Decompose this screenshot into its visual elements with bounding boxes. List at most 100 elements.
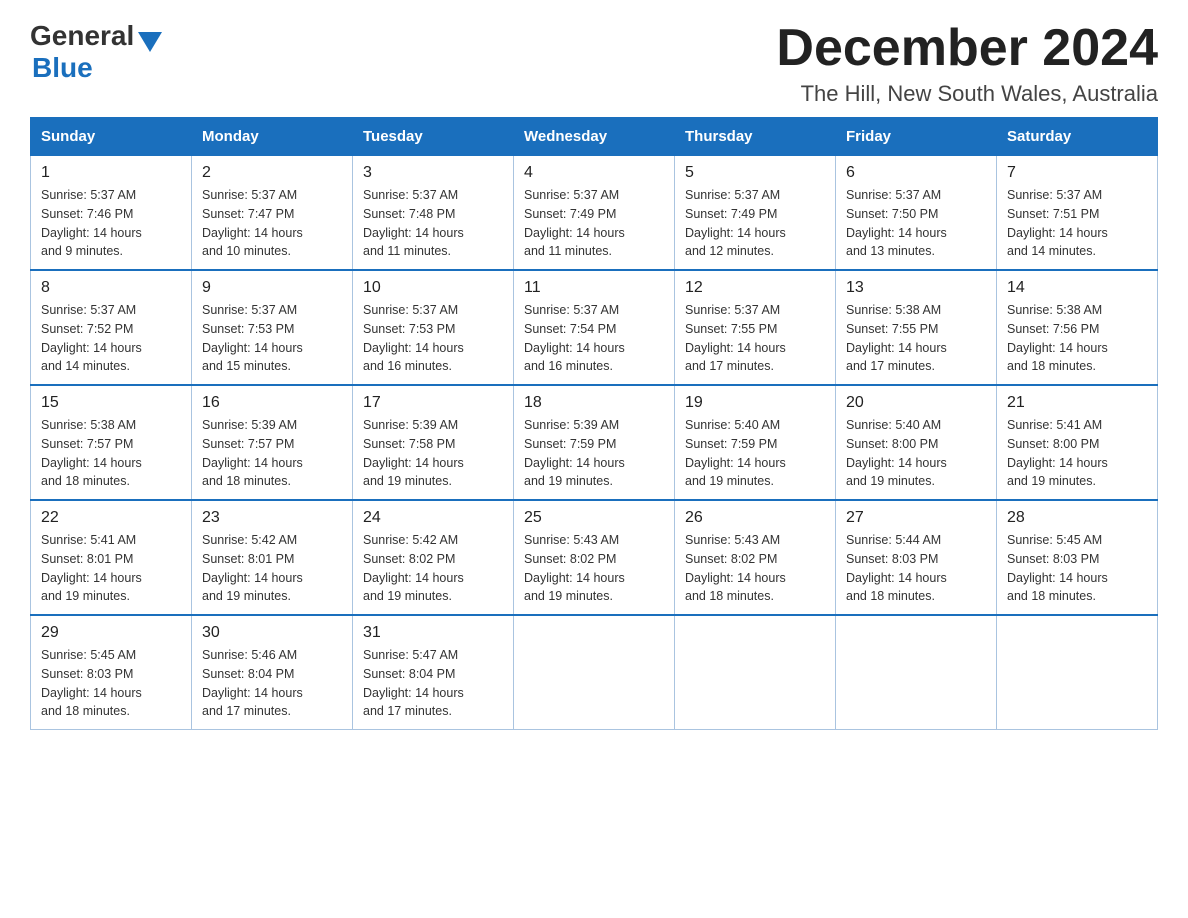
day-info: Sunrise: 5:37 AM Sunset: 7:53 PM Dayligh… xyxy=(363,301,503,376)
calendar-day-cell xyxy=(836,615,997,730)
day-info: Sunrise: 5:46 AM Sunset: 8:04 PM Dayligh… xyxy=(202,646,342,721)
day-number: 26 xyxy=(685,509,825,527)
calendar-day-cell: 22 Sunrise: 5:41 AM Sunset: 8:01 PM Dayl… xyxy=(31,500,192,615)
calendar-day-cell: 19 Sunrise: 5:40 AM Sunset: 7:59 PM Dayl… xyxy=(675,385,836,500)
day-number: 21 xyxy=(1007,394,1147,412)
day-of-week-header: Tuesday xyxy=(353,118,514,156)
day-number: 16 xyxy=(202,394,342,412)
day-number: 7 xyxy=(1007,164,1147,182)
day-info: Sunrise: 5:44 AM Sunset: 8:03 PM Dayligh… xyxy=(846,531,986,606)
day-number: 8 xyxy=(41,279,181,297)
calendar-header-row: SundayMondayTuesdayWednesdayThursdayFrid… xyxy=(31,118,1158,156)
calendar-day-cell: 31 Sunrise: 5:47 AM Sunset: 8:04 PM Dayl… xyxy=(353,615,514,730)
calendar-day-cell: 11 Sunrise: 5:37 AM Sunset: 7:54 PM Dayl… xyxy=(514,270,675,385)
day-info: Sunrise: 5:43 AM Sunset: 8:02 PM Dayligh… xyxy=(524,531,664,606)
day-info: Sunrise: 5:37 AM Sunset: 7:52 PM Dayligh… xyxy=(41,301,181,376)
day-info: Sunrise: 5:41 AM Sunset: 8:01 PM Dayligh… xyxy=(41,531,181,606)
day-number: 11 xyxy=(524,279,664,297)
day-number: 6 xyxy=(846,164,986,182)
day-info: Sunrise: 5:41 AM Sunset: 8:00 PM Dayligh… xyxy=(1007,416,1147,491)
day-info: Sunrise: 5:40 AM Sunset: 8:00 PM Dayligh… xyxy=(846,416,986,491)
day-of-week-header: Thursday xyxy=(675,118,836,156)
day-number: 20 xyxy=(846,394,986,412)
day-number: 19 xyxy=(685,394,825,412)
calendar-day-cell xyxy=(514,615,675,730)
day-number: 18 xyxy=(524,394,664,412)
calendar-day-cell: 1 Sunrise: 5:37 AM Sunset: 7:46 PM Dayli… xyxy=(31,156,192,271)
day-number: 24 xyxy=(363,509,503,527)
day-number: 30 xyxy=(202,624,342,642)
day-info: Sunrise: 5:39 AM Sunset: 7:59 PM Dayligh… xyxy=(524,416,664,491)
day-info: Sunrise: 5:39 AM Sunset: 7:58 PM Dayligh… xyxy=(363,416,503,491)
calendar-day-cell: 10 Sunrise: 5:37 AM Sunset: 7:53 PM Dayl… xyxy=(353,270,514,385)
calendar-day-cell: 20 Sunrise: 5:40 AM Sunset: 8:00 PM Dayl… xyxy=(836,385,997,500)
day-info: Sunrise: 5:47 AM Sunset: 8:04 PM Dayligh… xyxy=(363,646,503,721)
day-number: 12 xyxy=(685,279,825,297)
day-number: 1 xyxy=(41,164,181,182)
day-number: 14 xyxy=(1007,279,1147,297)
day-number: 25 xyxy=(524,509,664,527)
day-number: 5 xyxy=(685,164,825,182)
calendar-day-cell: 30 Sunrise: 5:46 AM Sunset: 8:04 PM Dayl… xyxy=(192,615,353,730)
day-info: Sunrise: 5:37 AM Sunset: 7:50 PM Dayligh… xyxy=(846,186,986,261)
calendar-day-cell: 8 Sunrise: 5:37 AM Sunset: 7:52 PM Dayli… xyxy=(31,270,192,385)
logo-arrow-icon xyxy=(138,32,162,52)
calendar-day-cell: 29 Sunrise: 5:45 AM Sunset: 8:03 PM Dayl… xyxy=(31,615,192,730)
day-info: Sunrise: 5:37 AM Sunset: 7:46 PM Dayligh… xyxy=(41,186,181,261)
calendar-week-row: 8 Sunrise: 5:37 AM Sunset: 7:52 PM Dayli… xyxy=(31,270,1158,385)
day-number: 29 xyxy=(41,624,181,642)
day-info: Sunrise: 5:42 AM Sunset: 8:02 PM Dayligh… xyxy=(363,531,503,606)
day-info: Sunrise: 5:37 AM Sunset: 7:48 PM Dayligh… xyxy=(363,186,503,261)
day-info: Sunrise: 5:38 AM Sunset: 7:55 PM Dayligh… xyxy=(846,301,986,376)
day-of-week-header: Sunday xyxy=(31,118,192,156)
calendar-day-cell: 24 Sunrise: 5:42 AM Sunset: 8:02 PM Dayl… xyxy=(353,500,514,615)
calendar-day-cell: 13 Sunrise: 5:38 AM Sunset: 7:55 PM Dayl… xyxy=(836,270,997,385)
day-info: Sunrise: 5:37 AM Sunset: 7:53 PM Dayligh… xyxy=(202,301,342,376)
day-of-week-header: Monday xyxy=(192,118,353,156)
calendar-day-cell: 12 Sunrise: 5:37 AM Sunset: 7:55 PM Dayl… xyxy=(675,270,836,385)
day-info: Sunrise: 5:38 AM Sunset: 7:56 PM Dayligh… xyxy=(1007,301,1147,376)
day-of-week-header: Friday xyxy=(836,118,997,156)
calendar-day-cell: 9 Sunrise: 5:37 AM Sunset: 7:53 PM Dayli… xyxy=(192,270,353,385)
day-number: 17 xyxy=(363,394,503,412)
month-title: December 2024 xyxy=(776,20,1158,77)
calendar-week-row: 22 Sunrise: 5:41 AM Sunset: 8:01 PM Dayl… xyxy=(31,500,1158,615)
day-info: Sunrise: 5:37 AM Sunset: 7:51 PM Dayligh… xyxy=(1007,186,1147,261)
logo-blue-text: Blue xyxy=(32,52,93,83)
day-info: Sunrise: 5:43 AM Sunset: 8:02 PM Dayligh… xyxy=(685,531,825,606)
day-number: 13 xyxy=(846,279,986,297)
day-number: 23 xyxy=(202,509,342,527)
day-number: 2 xyxy=(202,164,342,182)
title-area: December 2024 The Hill, New South Wales,… xyxy=(776,20,1158,107)
day-info: Sunrise: 5:38 AM Sunset: 7:57 PM Dayligh… xyxy=(41,416,181,491)
calendar-day-cell: 4 Sunrise: 5:37 AM Sunset: 7:49 PM Dayli… xyxy=(514,156,675,271)
logo-general-text: General xyxy=(30,20,134,52)
calendar-day-cell: 16 Sunrise: 5:39 AM Sunset: 7:57 PM Dayl… xyxy=(192,385,353,500)
day-number: 15 xyxy=(41,394,181,412)
calendar-week-row: 15 Sunrise: 5:38 AM Sunset: 7:57 PM Dayl… xyxy=(31,385,1158,500)
day-number: 31 xyxy=(363,624,503,642)
calendar-day-cell: 26 Sunrise: 5:43 AM Sunset: 8:02 PM Dayl… xyxy=(675,500,836,615)
logo: General Blue xyxy=(30,20,162,84)
day-info: Sunrise: 5:45 AM Sunset: 8:03 PM Dayligh… xyxy=(1007,531,1147,606)
day-info: Sunrise: 5:37 AM Sunset: 7:47 PM Dayligh… xyxy=(202,186,342,261)
day-info: Sunrise: 5:40 AM Sunset: 7:59 PM Dayligh… xyxy=(685,416,825,491)
day-of-week-header: Saturday xyxy=(997,118,1158,156)
calendar-week-row: 29 Sunrise: 5:45 AM Sunset: 8:03 PM Dayl… xyxy=(31,615,1158,730)
day-info: Sunrise: 5:39 AM Sunset: 7:57 PM Dayligh… xyxy=(202,416,342,491)
day-info: Sunrise: 5:37 AM Sunset: 7:49 PM Dayligh… xyxy=(685,186,825,261)
calendar-day-cell: 7 Sunrise: 5:37 AM Sunset: 7:51 PM Dayli… xyxy=(997,156,1158,271)
calendar-day-cell: 3 Sunrise: 5:37 AM Sunset: 7:48 PM Dayli… xyxy=(353,156,514,271)
day-info: Sunrise: 5:42 AM Sunset: 8:01 PM Dayligh… xyxy=(202,531,342,606)
day-info: Sunrise: 5:37 AM Sunset: 7:55 PM Dayligh… xyxy=(685,301,825,376)
day-info: Sunrise: 5:45 AM Sunset: 8:03 PM Dayligh… xyxy=(41,646,181,721)
day-number: 10 xyxy=(363,279,503,297)
calendar-day-cell xyxy=(997,615,1158,730)
calendar-week-row: 1 Sunrise: 5:37 AM Sunset: 7:46 PM Dayli… xyxy=(31,156,1158,271)
day-number: 28 xyxy=(1007,509,1147,527)
day-number: 9 xyxy=(202,279,342,297)
day-number: 22 xyxy=(41,509,181,527)
calendar-table: SundayMondayTuesdayWednesdayThursdayFrid… xyxy=(30,117,1158,730)
day-of-week-header: Wednesday xyxy=(514,118,675,156)
calendar-day-cell: 21 Sunrise: 5:41 AM Sunset: 8:00 PM Dayl… xyxy=(997,385,1158,500)
